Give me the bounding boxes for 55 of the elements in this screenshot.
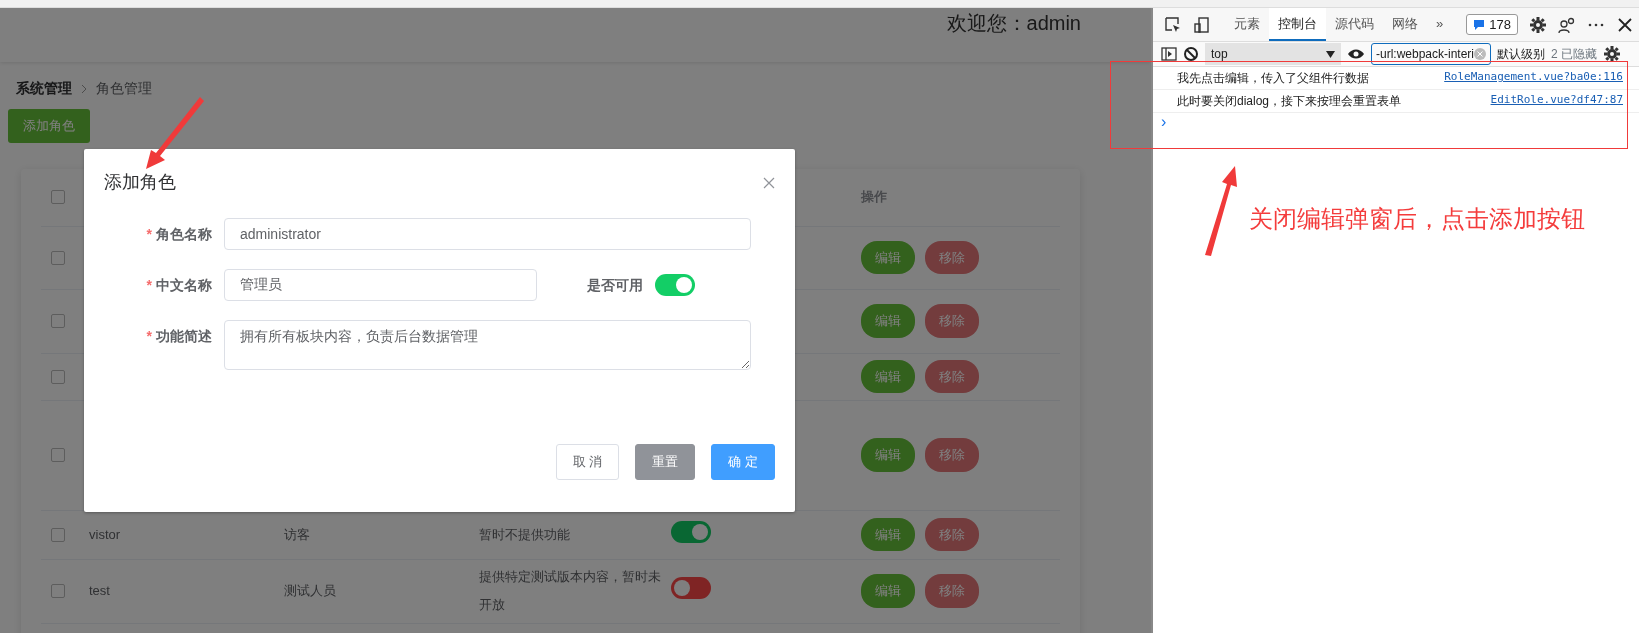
label-text: 角色名称 [156, 226, 212, 242]
toggle-switch[interactable] [671, 577, 711, 600]
console-message: 我先点击编辑，传入了父组件行数据 [1177, 70, 1369, 87]
select-all-checkbox[interactable] [51, 190, 65, 204]
more-tabs-button[interactable]: » [1427, 8, 1453, 41]
source-link[interactable]: RoleManagement.vue?ba0e:116 [1444, 69, 1623, 87]
console-prompt[interactable]: › [1153, 113, 1639, 131]
table-cell: 暂时不提供功能 [479, 526, 570, 542]
cancel-button[interactable]: 取 消 [555, 444, 620, 480]
toggle-switch[interactable] [671, 520, 711, 543]
source-link[interactable]: EditRole.vue?df47:87 [1490, 92, 1623, 110]
switch-label: 是否可用 [587, 276, 643, 295]
row-checkbox[interactable] [51, 527, 65, 542]
required-asterisk: * [146, 328, 152, 344]
console-message: 此时要关闭dialog，接下来按理会重置表单 [1177, 93, 1402, 110]
eye-icon[interactable] [1347, 48, 1365, 60]
welcome-text[interactable]: 欢迎您：admin [946, 8, 1081, 38]
arrow-annotation [146, 97, 204, 169]
sidebar-icon[interactable] [1161, 47, 1177, 61]
chevron-icon [80, 83, 88, 94]
dialog-title: 添加角色 [104, 171, 176, 194]
row-checkbox[interactable] [51, 314, 65, 328]
dropdown-arrow-icon [1326, 50, 1335, 58]
devtools-tab[interactable]: 源代码 [1326, 8, 1383, 41]
row-checkbox[interactable] [51, 584, 65, 598]
toggle-switch[interactable] [655, 274, 695, 296]
required-asterisk: * [146, 226, 152, 242]
message-icon [1473, 18, 1486, 31]
table-cell: vistor [89, 526, 121, 542]
required-asterisk: * [146, 277, 152, 293]
annotation-text: 关闭编辑弹窗后，点击添加按钮 [1249, 204, 1585, 234]
context-select[interactable]: top [1205, 43, 1341, 65]
devtools-tab[interactable]: 网络 [1383, 8, 1427, 41]
text-field[interactable]: 管理员 [224, 269, 537, 301]
row-checkbox[interactable] [51, 250, 65, 265]
table-cell: test [89, 583, 110, 599]
log-levels-dropdown[interactable]: 默认级别 [1497, 45, 1545, 63]
issues-count: 178 [1489, 15, 1511, 34]
table-cell: 测试人员 [284, 583, 336, 599]
devtools-tab[interactable]: 元素 [1225, 8, 1269, 41]
label-text: 中文名称 [156, 277, 212, 293]
breadcrumb-item[interactable]: 系统管理 [16, 78, 72, 99]
filter-field[interactable]: -url:webpack-interi [1371, 43, 1491, 65]
settings-icon[interactable] [1603, 45, 1621, 63]
table-cell: 提供特定测试版本内容，暂时未开放 [479, 569, 661, 612]
hidden-count: 2 已隐藏 [1551, 46, 1597, 63]
text-field[interactable]: administrator [224, 218, 751, 250]
description-field[interactable]: 拥有所有板块内容，负责后台数据管理 [224, 320, 751, 370]
devtools-tab[interactable]: 控制台 [1269, 8, 1326, 41]
row-checkbox[interactable] [51, 369, 65, 384]
clear-icon[interactable] [1183, 46, 1199, 62]
table-cell: 访客 [284, 526, 310, 542]
breadcrumb-item: 角色管理 [96, 79, 152, 98]
label-text: 功能简述 [156, 328, 212, 344]
row-checkbox[interactable] [51, 448, 65, 462]
